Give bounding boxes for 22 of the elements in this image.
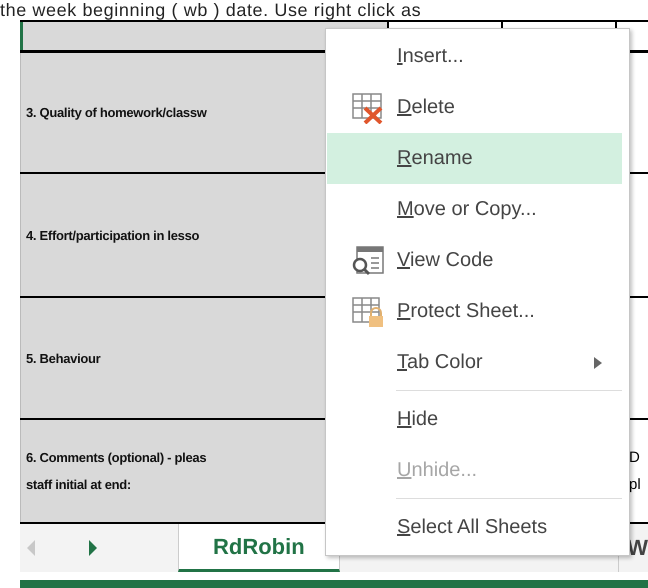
- view-code-icon: [351, 245, 385, 277]
- menu-item[interactable]: Tab Color: [327, 337, 622, 388]
- row-label-text: 3. Quality of homework/classw: [26, 105, 208, 120]
- menu-item[interactable]: Protect Sheet...: [327, 286, 622, 337]
- scroll-right-icon[interactable]: [88, 540, 98, 556]
- menu-item[interactable]: Hide: [327, 394, 622, 445]
- row-label-text: 4. Effort/participation in lesso: [26, 228, 200, 242]
- sheet-tab[interactable]: RdRobin: [178, 524, 340, 572]
- row-label-text: staff initial at end:: [26, 477, 132, 492]
- delete-sheet-icon: [351, 92, 385, 124]
- menu-item[interactable]: View Code: [327, 235, 622, 286]
- cell-text: D: [629, 449, 641, 466]
- row-label-text: 6. Comments (optional) - pleas: [26, 450, 208, 465]
- row-label-text: 5. Behaviour: [26, 350, 102, 366]
- menu-item[interactable]: Delete: [327, 82, 622, 133]
- menu-item[interactable]: Rename: [327, 133, 622, 184]
- submenu-arrow-icon: [594, 357, 602, 369]
- menu-item[interactable]: Insert...: [327, 31, 622, 82]
- menu-item[interactable]: Move or Copy...: [327, 184, 622, 235]
- cell-text: pl: [629, 476, 642, 493]
- instruction-text: the week beginning ( wb ) date. Use right click as: [0, 0, 422, 20]
- protect-sheet-icon: [351, 296, 385, 328]
